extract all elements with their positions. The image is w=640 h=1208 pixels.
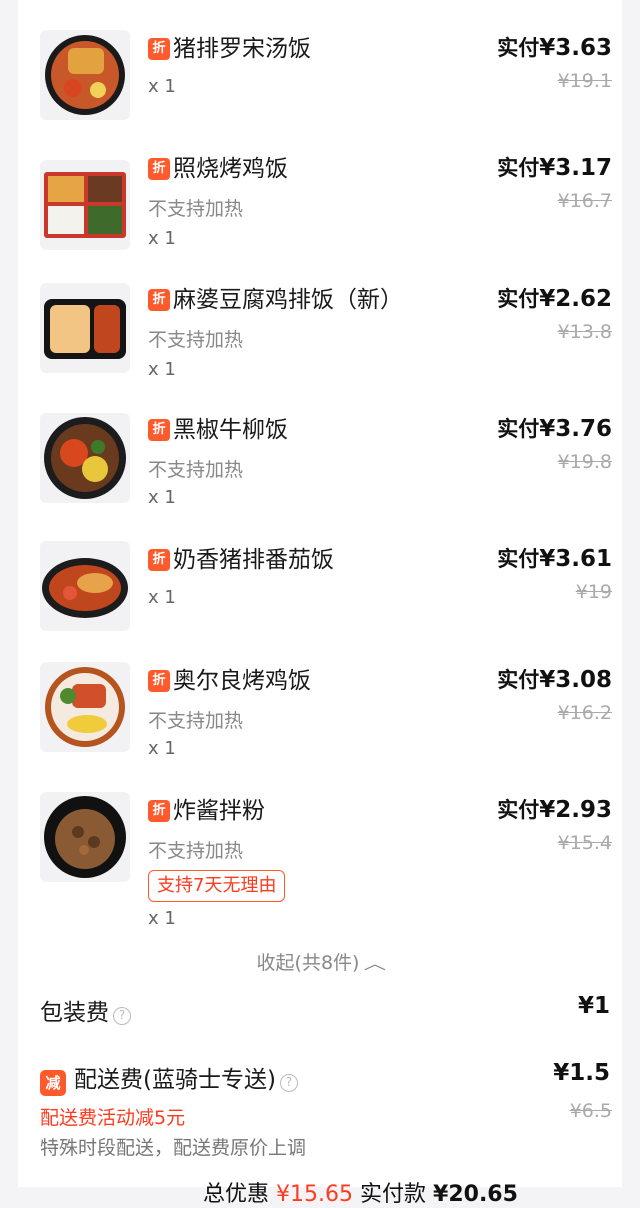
- original-price: ¥16.2: [557, 702, 612, 724]
- paid-value: ¥3.08: [539, 667, 612, 693]
- dish-thumbnail: [40, 30, 130, 120]
- delivery-fee-label: 配送费(蓝骑士专送): [74, 1067, 276, 1093]
- paid-label: 实付: [497, 36, 540, 60]
- original-price: ¥13.8: [557, 321, 612, 343]
- original-price: ¥15.4: [557, 832, 612, 854]
- dish-name: 奶香猪排番茄饭: [173, 547, 334, 573]
- quantity: x 1: [148, 908, 176, 929]
- dish-thumbnail: [40, 662, 130, 752]
- paid-total-value: ¥20.65: [433, 1182, 518, 1207]
- dish-name: 黑椒牛柳饭: [173, 417, 288, 443]
- original-price: ¥16.7: [557, 190, 612, 212]
- discount-badge: 折: [148, 289, 170, 311]
- quantity: x 1: [148, 587, 176, 608]
- order-total-partial: 总优惠 ¥15.65 实付款 ¥20.65: [203, 1176, 518, 1208]
- quantity: x 1: [148, 359, 176, 380]
- order-detail-card: 折 猪排罗宋汤饭 x 1 实付¥3.63 ¥19.1 折 照烧烤鸡饭 不支持加热…: [18, 0, 622, 1207]
- paid-price: 实付¥3.17: [497, 152, 612, 182]
- discount-badge: 折: [148, 800, 170, 822]
- dish-thumbnail: [40, 792, 130, 882]
- paid-price: 实付¥2.93: [497, 794, 612, 824]
- paid-label: 实付: [497, 668, 540, 692]
- dish-thumbnail: [40, 283, 130, 373]
- original-price: ¥19.8: [557, 451, 612, 473]
- paid-price: 实付¥3.08: [497, 664, 612, 694]
- discount-badge: 折: [148, 158, 170, 180]
- dish-name: 炸酱拌粉: [173, 798, 265, 824]
- dish-thumbnail: [40, 160, 130, 250]
- total-discount-label: 总优惠: [203, 1182, 270, 1207]
- delivery-fee-row: 减配送费(蓝骑士专送)? ¥1.5: [40, 1060, 610, 1096]
- collapse-label: 收起(共8件): [256, 952, 360, 974]
- paid-label: 实付: [497, 547, 540, 571]
- paid-value: ¥2.62: [539, 286, 612, 312]
- original-price: ¥19: [575, 581, 612, 603]
- no-heating-note: 不支持加热: [148, 329, 244, 351]
- quantity: x 1: [148, 228, 176, 249]
- no-heating-note: 不支持加热: [148, 198, 244, 220]
- no-heating-note: 不支持加热: [148, 459, 244, 481]
- packaging-fee-label: 包装费: [40, 1000, 109, 1026]
- paid-label: 实付: [497, 287, 540, 311]
- no-heating-note: 不支持加热: [148, 710, 244, 732]
- paid-label: 实付: [497, 798, 540, 822]
- packaging-fee-value: ¥1: [577, 993, 610, 1019]
- paid-price: 实付¥3.61: [497, 543, 612, 573]
- return-policy-tag: 支持7天无理由: [148, 870, 286, 902]
- paid-price: 实付¥3.76: [497, 413, 612, 443]
- delivery-promo-text: 配送费活动减5元: [40, 1107, 186, 1129]
- total-discount-value: ¥15.65: [276, 1182, 353, 1207]
- paid-value: ¥3.17: [539, 155, 612, 181]
- dish-thumbnail: [40, 413, 130, 503]
- paid-value: ¥2.93: [539, 797, 612, 823]
- quantity: x 1: [148, 76, 176, 97]
- collapse-items-button[interactable]: 收起(共8件) ︿: [18, 948, 622, 975]
- paid-value: ¥3.63: [539, 35, 612, 61]
- discount-badge: 折: [148, 38, 170, 60]
- dish-name: 麻婆豆腐鸡排饭（新）: [173, 287, 403, 313]
- help-icon[interactable]: ?: [279, 1073, 298, 1092]
- quantity: x 1: [148, 487, 176, 508]
- paid-value: ¥3.61: [539, 546, 612, 572]
- delivery-notice: 特殊时段配送，配送费原价上调: [40, 1137, 307, 1159]
- paid-price: 实付¥2.62: [497, 283, 612, 313]
- paid-label: 实付: [497, 156, 540, 180]
- paid-price: 实付¥3.63: [497, 32, 612, 62]
- discount-badge: 折: [148, 670, 170, 692]
- paid-label: 实付: [497, 417, 540, 441]
- delivery-original-price: ¥6.5: [569, 1100, 612, 1122]
- chevron-up-icon: ︿: [364, 954, 387, 973]
- discount-reduce-icon: 减: [40, 1069, 66, 1096]
- dish-name: 猪排罗宋汤饭: [173, 36, 311, 62]
- paid-value: ¥3.76: [539, 416, 612, 442]
- paid-total-label: 实付款: [360, 1182, 427, 1207]
- discount-badge: 折: [148, 549, 170, 571]
- original-price: ¥19.1: [557, 70, 612, 92]
- quantity: x 1: [148, 738, 176, 759]
- discount-badge: 折: [148, 419, 170, 441]
- no-heating-note: 不支持加热: [148, 840, 244, 862]
- help-icon[interactable]: ?: [113, 1006, 131, 1025]
- delivery-fee-value: ¥1.5: [553, 1060, 610, 1086]
- dish-name: 照烧烤鸡饭: [173, 156, 288, 182]
- dish-name: 奥尔良烤鸡饭: [173, 668, 311, 694]
- dish-thumbnail: [40, 541, 130, 631]
- packaging-fee-row: 包装费? ¥1: [40, 993, 610, 1027]
